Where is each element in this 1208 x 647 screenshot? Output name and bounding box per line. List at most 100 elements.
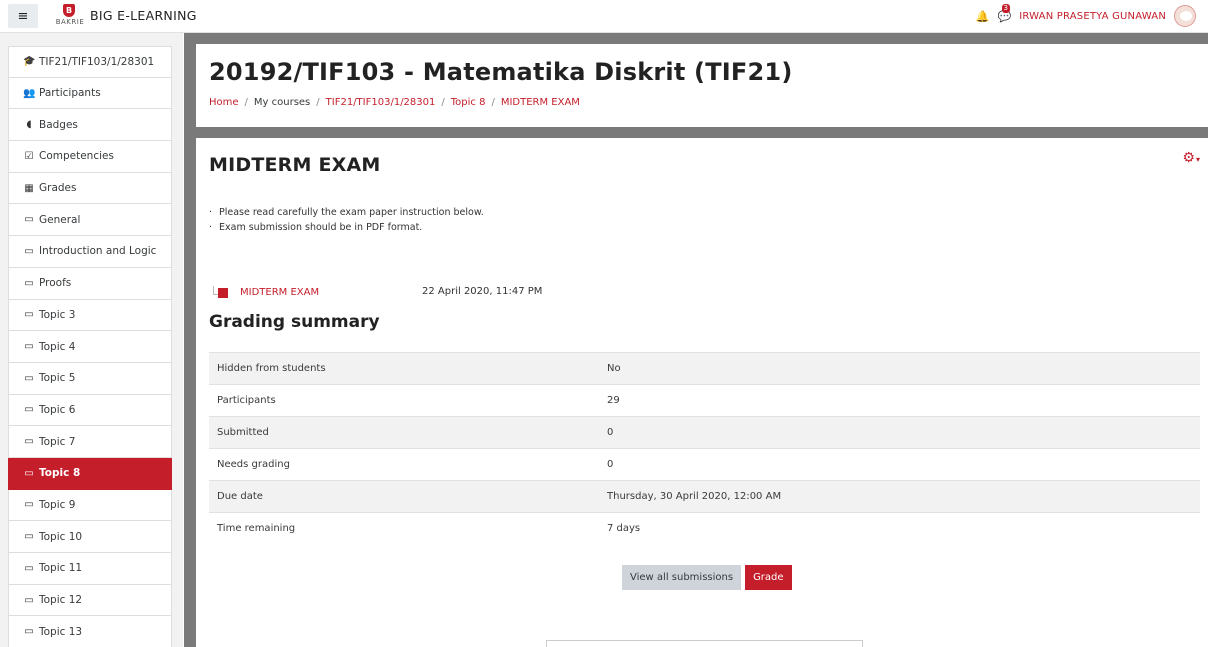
logo-text: BAKRIE bbox=[55, 18, 85, 26]
shield-icon: ◖ bbox=[26, 119, 32, 131]
grading-actions: View all submissions Grade bbox=[622, 565, 792, 590]
grading-label: Hidden from students bbox=[209, 352, 599, 385]
sidebar-item[interactable]: ▭ Topic 10 bbox=[8, 521, 172, 553]
folder-icon: ▭ bbox=[24, 562, 34, 574]
grading-value: 29 bbox=[599, 384, 1200, 417]
sidebar-item-label: Introduction and Logic bbox=[39, 245, 157, 258]
grading-value: 0 bbox=[599, 448, 1200, 481]
sidebar-item[interactable]: ▦ Grades bbox=[8, 172, 172, 205]
sidebar-item[interactable]: ▭ Topic 3 bbox=[8, 299, 172, 332]
sidebar-item[interactable]: ▭ Topic 4 bbox=[8, 331, 172, 363]
grade-button[interactable]: Grade bbox=[745, 565, 792, 590]
grading-label: Time remaining bbox=[209, 512, 599, 545]
breadcrumb-separator: / bbox=[316, 97, 320, 108]
breadcrumb-separator: / bbox=[441, 97, 445, 108]
sidebar-item[interactable]: ▭ Proofs bbox=[8, 267, 172, 300]
sidebar-item-label: Badges bbox=[39, 118, 78, 131]
grading-label: Due date bbox=[209, 480, 599, 513]
sidebar-item-label: Proofs bbox=[39, 277, 72, 290]
sidebar-item[interactable]: ▭ Introduction and Logic bbox=[8, 236, 172, 268]
breadcrumb-link[interactable]: MIDTERM EXAM bbox=[501, 97, 580, 108]
folder-icon: ▭ bbox=[24, 626, 34, 638]
site-logo[interactable]: B BAKRIE bbox=[52, 4, 88, 30]
gear-icon: ⚙ bbox=[1182, 150, 1195, 166]
sidebar-item[interactable]: ▭ Topic 7 bbox=[8, 426, 172, 458]
folder-icon: ▭ bbox=[24, 404, 34, 416]
breadcrumb-separator: / bbox=[491, 97, 495, 108]
folder-icon: ▭ bbox=[24, 277, 34, 289]
users-icon: 👥 bbox=[23, 87, 36, 99]
pdf-file-icon bbox=[213, 286, 228, 298]
grading-summary-title: Grading summary bbox=[209, 312, 380, 332]
folder-icon: ▭ bbox=[24, 341, 34, 353]
notification-bell-icon[interactable]: 🔔 bbox=[976, 10, 990, 23]
site-name[interactable]: BIG E-LEARNING bbox=[90, 8, 197, 23]
sidebar-item-label: Participants bbox=[39, 87, 101, 100]
sidebar-item[interactable]: 👥 Participants bbox=[8, 77, 172, 110]
sidebar-item-label: Topic 12 bbox=[39, 594, 83, 607]
user-name[interactable]: IRWAN PRASETYA GUNAWAN bbox=[1019, 11, 1166, 22]
sidebar-item[interactable]: ▭ Topic 12 bbox=[8, 584, 172, 617]
breadcrumb-separator: / bbox=[244, 97, 248, 108]
drawer-list: 🎓 TIF21/TIF103/1/28301 👥 Participants ◖ Badge… bbox=[8, 46, 172, 647]
folder-icon: ▭ bbox=[24, 467, 34, 479]
menu-toggle-button[interactable]: ≡ bbox=[8, 4, 38, 28]
sidebar-item-label: General bbox=[39, 213, 81, 226]
hamburger-icon: ≡ bbox=[17, 8, 29, 24]
activity-heading: MIDTERM EXAM bbox=[209, 154, 381, 176]
breadcrumb: Home / My courses / TIF21/TIF103/1/28301 / Top… bbox=[209, 97, 580, 108]
table-row: Submitted 0 bbox=[209, 416, 1200, 449]
sidebar-item[interactable]: ▭ Topic 8 bbox=[8, 457, 172, 490]
sidebar-item[interactable]: 🎓 TIF21/TIF103/1/28301 bbox=[8, 46, 172, 78]
sidebar-item[interactable]: ▭ Topic 5 bbox=[8, 362, 172, 395]
attachment-link[interactable]: MIDTERM EXAM bbox=[240, 287, 319, 298]
sidebar-item[interactable]: ▭ Topic 6 bbox=[8, 394, 172, 427]
sidebar-item-label: Topic 5 bbox=[39, 372, 76, 385]
grading-value: 0 bbox=[599, 416, 1200, 449]
messages-icon[interactable]: 💬 3 bbox=[998, 3, 1011, 23]
top-navbar: ≡ B BAKRIE BIG E-LEARNING 🔔 💬 3 IRWAN PRA… bbox=[0, 0, 1208, 33]
graduation-cap-icon: 🎓 bbox=[23, 56, 36, 68]
sidebar-item[interactable]: ▭ Topic 13 bbox=[8, 616, 172, 647]
message-count-badge: 3 bbox=[1001, 3, 1010, 13]
breadcrumb-link[interactable]: Topic 8 bbox=[451, 97, 486, 108]
sidebar-item[interactable]: ▭ General bbox=[8, 204, 172, 237]
grading-summary-table: Hidden from students No Participants 29 Subm… bbox=[209, 352, 1200, 545]
sidebar-item[interactable]: ▭ Topic 11 bbox=[8, 553, 172, 585]
chevron-down-icon: ▾ bbox=[1195, 155, 1200, 164]
instructions-list: Please read carefully the exam paper ins… bbox=[209, 205, 484, 235]
sidebar-item-label: Topic 9 bbox=[39, 498, 76, 511]
user-nav: 🔔 💬 3 IRWAN PRASETYA GUNAWAN bbox=[976, 3, 1196, 27]
grading-label: Needs grading bbox=[209, 448, 599, 481]
sidebar-item[interactable]: ☑ Competencies bbox=[8, 141, 172, 173]
attachment-row: MIDTERM EXAM 22 April 2020, 11:47 PM bbox=[213, 286, 542, 298]
sidebar-item-label: Topic 13 bbox=[39, 625, 83, 638]
sidebar-item-label: Topic 3 bbox=[39, 308, 76, 321]
sidebar-item-label: Grades bbox=[39, 182, 77, 195]
grading-label: Participants bbox=[209, 384, 599, 417]
sidebar-item-label: Competencies bbox=[39, 150, 114, 163]
sidebar-item[interactable]: ▭ Topic 9 bbox=[8, 489, 172, 522]
settings-menu-button[interactable]: ⚙▾ bbox=[1182, 150, 1200, 166]
table-row: Due date Thursday, 30 April 2020, 12:00 A… bbox=[209, 480, 1200, 513]
folder-icon: ▭ bbox=[24, 309, 34, 321]
instruction-item: Exam submission should be in PDF format. bbox=[209, 220, 484, 235]
folder-icon: ▭ bbox=[24, 594, 34, 606]
table-row: Hidden from students No bbox=[209, 352, 1200, 385]
view-all-submissions-button[interactable]: View all submissions bbox=[622, 565, 742, 590]
breadcrumb-link: My courses bbox=[253, 97, 311, 108]
attachment-date: 22 April 2020, 11:47 PM bbox=[422, 286, 543, 297]
folder-icon: ▭ bbox=[24, 436, 34, 448]
table-row: Needs grading 0 bbox=[209, 448, 1200, 481]
sidebar-item-label: TIF21/TIF103/1/28301 bbox=[39, 55, 155, 68]
grading-label: Submitted bbox=[209, 416, 599, 449]
grading-value: No bbox=[599, 352, 1200, 385]
sidebar-item[interactable]: ◖ Badges bbox=[8, 109, 172, 142]
breadcrumb-link[interactable]: Home bbox=[209, 97, 239, 108]
sidebar-item-label: Topic 4 bbox=[39, 340, 76, 353]
sidebar-item-label: Topic 6 bbox=[39, 403, 76, 416]
breadcrumb-link[interactable]: TIF21/TIF103/1/28301 bbox=[326, 97, 436, 108]
avatar[interactable] bbox=[1174, 5, 1196, 27]
folder-icon: ▭ bbox=[24, 499, 34, 511]
nav-drawer: 🎓 TIF21/TIF103/1/28301 👥 Participants ◖ Badge… bbox=[0, 33, 183, 647]
